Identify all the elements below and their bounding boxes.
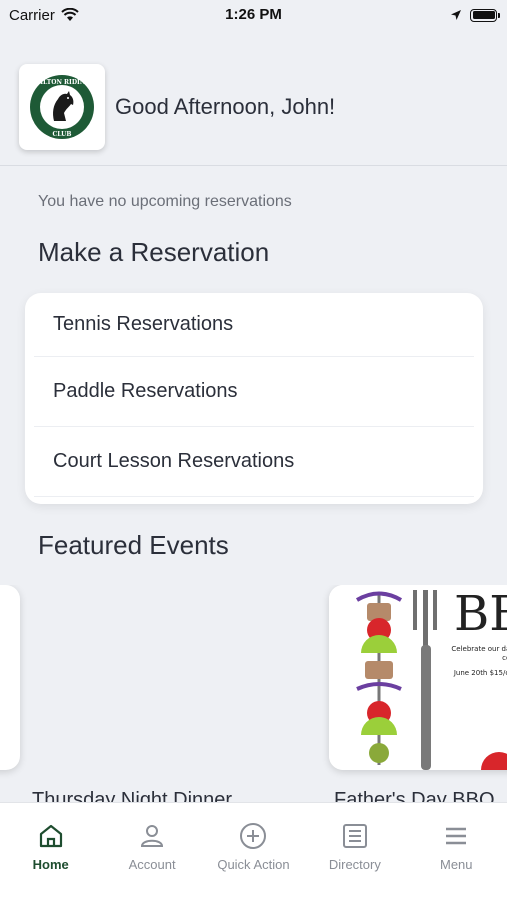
tab-home[interactable]: Home [1, 821, 101, 900]
battery-icon [470, 8, 500, 22]
tab-bar: Home Account Quick Action Directory Menu [0, 802, 507, 900]
status-left: Carrier [9, 7, 79, 24]
paddle-reservations-item[interactable]: Paddle Reservations [34, 357, 474, 427]
tab-label: Account [128, 857, 176, 872]
bbq-flyer-details: June 20th $15/child Menu includes: Ribs,… [453, 669, 507, 677]
greeting: Good Afternoon, John! [115, 93, 336, 119]
bbq-flyer-image: BBQ Celebrate our dads over some grub an… [329, 585, 507, 770]
tab-account[interactable]: Account [102, 821, 202, 900]
status-right [450, 8, 500, 22]
wifi-icon [61, 8, 79, 21]
bbq-flyer-heading: BBQ [454, 586, 507, 642]
svg-text:WILTON RIDING: WILTON RIDING [33, 79, 91, 86]
event-card-thursday-dinner[interactable] [0, 585, 20, 770]
make-reservation-title: Make a Reservation [38, 237, 270, 267]
reservation-list: Tennis Reservations Paddle Reservations … [25, 293, 483, 504]
tab-label: Directory [328, 857, 381, 872]
tab-menu[interactable]: Menu [406, 821, 506, 900]
location-arrow-icon [451, 10, 461, 20]
carrier-label: Carrier [9, 6, 55, 24]
tab-directory[interactable]: Directory [305, 821, 405, 900]
bbq-flyer-description: Celebrate our dads over some grub and a … [451, 645, 507, 662]
wilton-riding-club-logo: WILTON RIDING CLUB [30, 74, 94, 139]
plus-circle-icon [240, 823, 267, 849]
court-lesson-reservations-item[interactable]: Court Lesson Reservations [34, 427, 474, 497]
person-icon [141, 825, 164, 847]
tab-label: Quick Action [217, 857, 290, 872]
featured-events-title: Featured Events [38, 530, 229, 560]
home-icon [39, 824, 62, 848]
svg-text:CLUB: CLUB [53, 131, 72, 138]
status-bar: Carrier 1:26 PM [0, 0, 507, 30]
tab-quick-action[interactable]: Quick Action [203, 821, 303, 900]
tennis-reservations-item[interactable]: Tennis Reservations [34, 293, 474, 357]
header: WILTON RIDING CLUB Good Afternoon, John! [0, 48, 507, 166]
no-reservations-message: You have no upcoming reservations [38, 193, 292, 210]
tab-label: Menu [439, 857, 473, 872]
featured-events-carousel[interactable]: Thursday Night Dinner BBQ Celebrate our [0, 585, 507, 815]
list-icon [342, 824, 367, 848]
club-logo: WILTON RIDING CLUB [19, 63, 105, 150]
tab-label: Home [32, 857, 69, 872]
hamburger-icon [446, 827, 467, 845]
event-card-fathers-day-bbq[interactable]: BBQ Celebrate our dads over some grub an… [329, 585, 507, 770]
